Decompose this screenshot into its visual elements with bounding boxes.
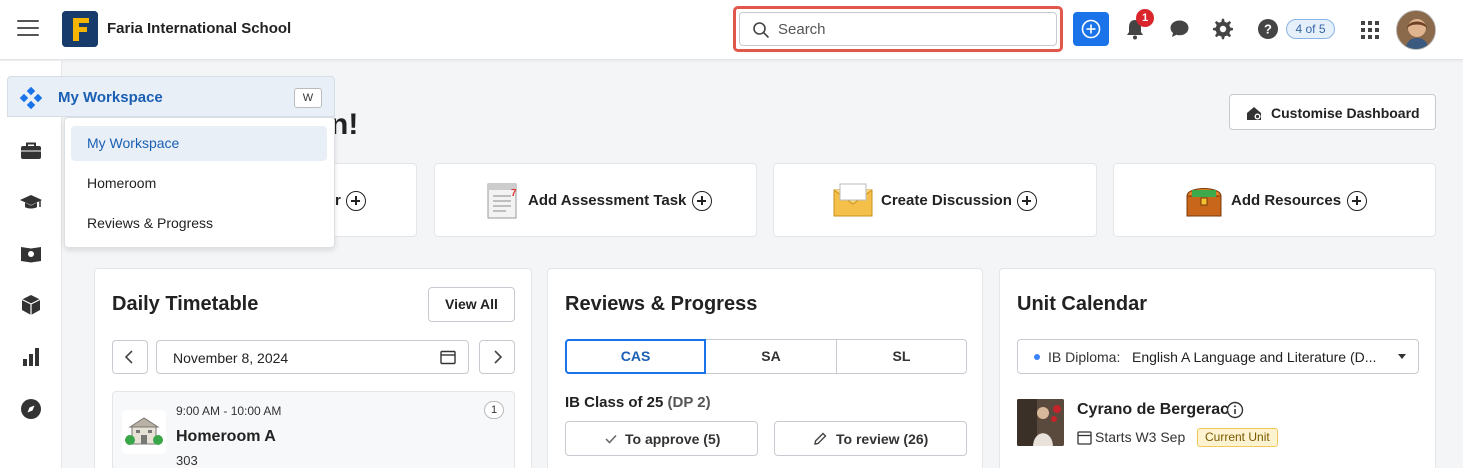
to-review-button[interactable]: To review (26) [774,421,967,456]
house-gear-icon [1247,107,1261,120]
caret-down-icon [1398,354,1406,359]
unit-calendar-panel: Unit Calendar IB Diploma: English A Lang… [999,268,1436,468]
timetable-entry[interactable]: 9:00 AM - 10:00 AM Homeroom A 303 1 [112,391,515,468]
hamburger-menu-icon[interactable] [17,20,39,38]
tab-sl[interactable]: SL [836,339,967,374]
apps-grid-icon[interactable] [1361,21,1379,39]
plus-circle-icon [346,191,366,211]
class-grade: (DP 2) [667,394,711,411]
add-resources-label: Add Resources [1231,192,1342,209]
timetable-time: 9:00 AM - 10:00 AM [176,404,282,418]
next-day-button[interactable] [479,340,515,374]
cube-icon[interactable] [19,293,43,317]
unit-calendar-title: Unit Calendar [1017,293,1148,315]
unit-title[interactable]: Cyrano de Bergerac [1077,401,1229,419]
tab-sa[interactable]: SA [705,339,837,374]
customise-dashboard-label: Customise Dashboard [1271,105,1420,121]
svg-text:7: 7 [511,188,517,199]
plus-circle-icon [1347,191,1367,211]
treasure-chest-icon [1186,188,1222,217]
school-logo[interactable] [62,11,98,47]
class-heading: IB Class of 25 (DP 2) [565,394,711,411]
customise-dashboard-button[interactable]: Customise Dashboard [1229,94,1436,130]
add-assessment-task-label: Add Assessment Task [528,192,687,209]
timetable-room: 303 [176,453,198,468]
chevron-left-icon [124,350,133,364]
unit-start-date: Starts W3 Sep [1077,429,1185,445]
timetable-class-name: Homeroom A [176,428,276,445]
envelope-icon [833,183,873,217]
menu-item-my-workspace[interactable]: My Workspace [71,126,327,161]
course-programme: IB Diploma: [1048,349,1121,365]
my-workspace-menu-header[interactable]: My Workspace W [7,76,335,117]
unit-start-label: Starts W3 Sep [1095,429,1186,445]
quick-action-label: r [335,192,341,209]
add-button[interactable] [1073,12,1109,46]
menu-item-reviews-progress[interactable]: Reviews & Progress [71,206,327,241]
graduation-cap-icon[interactable] [19,191,43,215]
to-approve-label: To approve (5) [625,431,721,447]
top-bar: Faria International School 1 ? 4 of 5 [0,0,1463,60]
user-avatar[interactable] [1396,10,1436,50]
course-color-dot [1034,354,1040,360]
date-value: November 8, 2024 [173,350,289,366]
calendar-page-icon: 7 [487,183,517,219]
chevron-right-icon [494,350,503,364]
page-count-badge[interactable]: 4 of 5 [1286,19,1335,39]
chat-icon[interactable] [1169,19,1190,39]
my-workspace-label: My Workspace [58,89,163,106]
checkmark-icon [605,434,617,444]
previous-day-button[interactable] [112,340,148,374]
tab-cas[interactable]: CAS [565,339,706,374]
to-approve-button[interactable]: To approve (5) [565,421,758,456]
view-all-button[interactable]: View All [428,287,515,322]
search-field[interactable] [739,12,1057,46]
school-name[interactable]: Faria International School [107,20,291,37]
create-discussion-label: Create Discussion [881,192,1012,209]
reviews-progress-title: Reviews & Progress [565,293,758,315]
current-unit-badge: Current Unit [1197,428,1278,447]
daily-timetable-title: Daily Timetable [112,293,259,315]
course-name: English A Language and Literature (D... [1132,349,1377,365]
unit-thumbnail[interactable] [1017,399,1064,446]
bar-chart-icon[interactable] [19,345,43,369]
svg-text:?: ? [1264,22,1272,37]
menu-item-homeroom[interactable]: Homeroom [71,166,327,201]
gear-icon[interactable] [1212,18,1234,40]
left-sidebar [0,61,62,468]
plus-circle-icon [1017,191,1037,211]
calendar-icon[interactable] [440,349,456,365]
briefcase-icon[interactable] [19,139,43,163]
search-input[interactable] [778,13,1048,45]
to-review-label: To review (26) [836,431,929,447]
class-name: IB Class of 25 [565,394,664,411]
course-select[interactable]: IB Diploma: English A Language and Liter… [1017,339,1419,374]
compass-icon[interactable] [19,397,43,421]
add-resources-card[interactable]: Add Resources [1113,163,1436,237]
reviews-tab-group: CAS SA SL [565,339,967,374]
reviews-progress-panel: Reviews & Progress CAS SA SL IB Class of… [547,268,983,468]
notification-badge: 1 [1136,9,1154,27]
info-icon[interactable] [1226,401,1244,419]
pencil-icon [814,432,827,445]
help-icon[interactable]: ? [1257,18,1279,40]
search-icon [753,22,769,38]
plus-circle-icon [692,191,712,211]
workspace-diamond-icon [20,87,42,109]
calendar-icon [1077,431,1092,445]
date-picker[interactable]: November 8, 2024 [156,340,469,374]
daily-timetable-panel: Daily Timetable View All November 8, 202… [94,268,532,468]
class-book-icon[interactable] [19,242,43,266]
add-assessment-task-card[interactable]: 7 Add Assessment Task [434,163,757,237]
timetable-count-badge: 1 [484,401,504,419]
workspace-dropdown-menu: My Workspace Homeroom Reviews & Progress [64,117,335,248]
school-building-icon [122,410,166,454]
plus-circle-icon [1081,19,1101,39]
create-discussion-card[interactable]: Create Discussion [773,163,1097,237]
shortcut-key-badge: W [294,88,322,108]
